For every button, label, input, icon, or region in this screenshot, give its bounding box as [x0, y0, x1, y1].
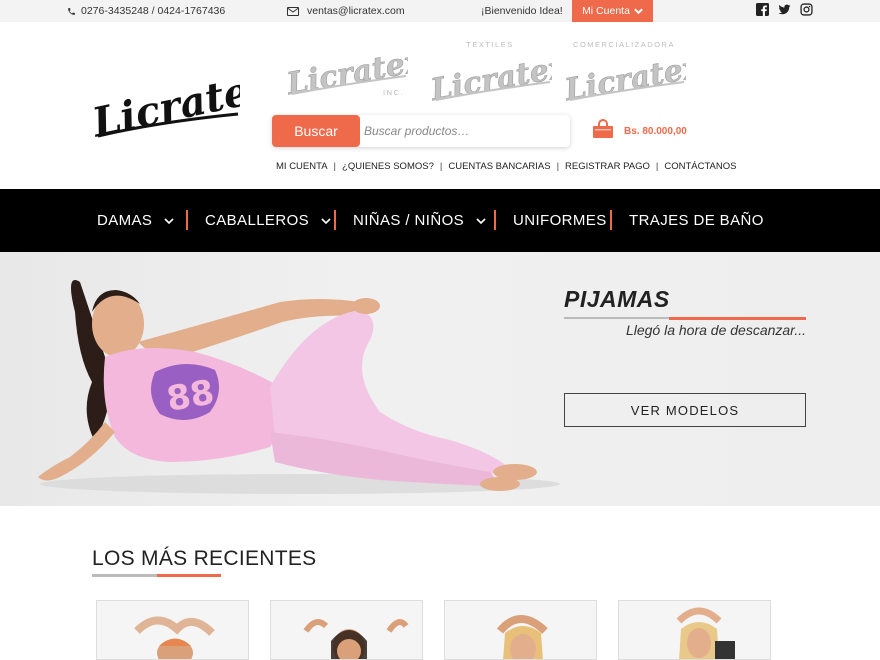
- nav-item-caballeros[interactable]: CABALLEROS: [205, 189, 331, 252]
- nav-item-ninas-ninos[interactable]: NIÑAS / NIÑOS: [353, 189, 486, 252]
- header-links: MI CUENTA | ¿QUIENES SOMOS? | CUENTAS BA…: [276, 161, 736, 172]
- link-quienes-somos[interactable]: ¿QUIENES SOMOS?: [342, 161, 434, 172]
- product-card[interactable]: [96, 600, 249, 660]
- product-image: [134, 616, 215, 659]
- sub-logo-licratex-inc[interactable]: Licratex INC.: [283, 40, 427, 102]
- chevron-down-icon: [164, 212, 174, 229]
- product-image: [676, 607, 735, 659]
- hero-banner: 88 PIJAMAS Llegó la hora de descanzar...…: [0, 252, 880, 506]
- search-input[interactable]: [364, 119, 564, 143]
- chevron-down-icon: [634, 8, 643, 15]
- hero-model-image: 88: [20, 262, 560, 502]
- link-cuentas-bancarias[interactable]: CUENTAS BANCARIAS: [448, 161, 550, 172]
- cart-amount: Bs. 80.000,00: [624, 126, 687, 137]
- search-button[interactable]: Buscar: [272, 115, 360, 147]
- main-nav: DAMAS CABALLEROS NIÑAS / NIÑOS UNIFORMES…: [0, 189, 880, 252]
- nav-separator: [334, 210, 336, 230]
- social-links: [756, 3, 813, 16]
- hero-title-underline: [564, 317, 669, 319]
- link-separator: |: [333, 161, 337, 172]
- hero-subtitle: Llegó la hora de descanzar...: [625, 322, 806, 338]
- email-info[interactable]: ventas@licratex.com: [287, 0, 405, 22]
- chevron-down-icon: [476, 212, 486, 229]
- svg-text:88: 88: [164, 372, 218, 420]
- link-separator: |: [655, 161, 659, 172]
- link-separator: |: [439, 161, 443, 172]
- sub-logo-licratex-comercializadora[interactable]: COMERCIALIZADORA Licratex: [562, 40, 686, 102]
- welcome-text: ¡Bienvenido Idea!: [481, 5, 563, 17]
- sub-logo-licratex-textiles[interactable]: TEXTILES Licratex: [428, 40, 552, 102]
- twitter-icon[interactable]: [778, 3, 791, 16]
- account-dropdown-button[interactable]: Mi Cuenta: [572, 0, 653, 22]
- facebook-icon[interactable]: [756, 3, 769, 16]
- section-title-recent: LOS MÁS RECIENTES: [92, 547, 317, 570]
- link-registrar-pago[interactable]: REGISTRAR PAGO: [565, 161, 650, 172]
- nav-item-damas[interactable]: DAMAS: [97, 189, 174, 252]
- phone-info: 0276-3435248 / 0424-1767436: [67, 0, 225, 22]
- link-separator: |: [556, 161, 560, 172]
- nav-item-label: TRAJES DE BAÑO: [629, 212, 764, 229]
- nav-separator: [494, 210, 496, 230]
- link-contactanos[interactable]: CONTÁCTANOS: [664, 161, 736, 172]
- hero-title: PIJAMAS: [564, 286, 670, 312]
- shopping-bag-icon: [592, 119, 614, 144]
- svg-text:Licratex: Licratex: [562, 50, 686, 102]
- product-image: [496, 615, 548, 659]
- nav-item-label: UNIFORMES: [513, 212, 607, 229]
- search-bar: Buscar: [272, 115, 570, 147]
- section-title-underline: [92, 574, 157, 577]
- link-mi-cuenta[interactable]: MI CUENTA: [276, 161, 328, 172]
- licratex-logo[interactable]: Licratex: [87, 62, 277, 146]
- phone-numbers: 0276-3435248 / 0424-1767436: [81, 5, 226, 17]
- product-card[interactable]: [618, 600, 771, 660]
- chevron-down-icon: [321, 212, 331, 229]
- top-bar: 0276-3435248 / 0424-1767436 ventas@licra…: [0, 0, 880, 22]
- envelope-icon: [287, 6, 299, 16]
- account-label: Mi Cuenta: [582, 5, 630, 17]
- product-image: [303, 619, 409, 659]
- product-card[interactable]: [444, 600, 597, 660]
- nav-item-label: CABALLEROS: [205, 212, 310, 229]
- instagram-icon[interactable]: [800, 3, 813, 16]
- ver-modelos-button[interactable]: VER MODELOS: [564, 393, 806, 427]
- nav-separator: [186, 210, 188, 230]
- nav-item-label: DAMAS: [97, 212, 153, 229]
- nav-item-label: NIÑAS / NIÑOS: [353, 212, 465, 229]
- nav-item-uniformes[interactable]: UNIFORMES: [513, 189, 607, 252]
- section-title-underline-accent: [157, 574, 221, 577]
- email-address[interactable]: ventas@licratex.com: [307, 5, 405, 17]
- logo-text: Licratex: [88, 70, 240, 142]
- site-header: Licratex Licratex INC. TEXTILES Licratex…: [0, 22, 880, 189]
- nav-separator: [610, 210, 612, 230]
- cart[interactable]: Bs. 80.000,00: [592, 119, 687, 144]
- phone-icon: [67, 7, 76, 16]
- product-card[interactable]: [270, 600, 423, 660]
- sub-logo-tag: INC.: [383, 88, 404, 97]
- svg-text:Licratex: Licratex: [428, 50, 552, 102]
- nav-item-trajes-de-bano[interactable]: TRAJES DE BAÑO: [629, 189, 764, 252]
- hero-title-underline-accent: [669, 317, 806, 320]
